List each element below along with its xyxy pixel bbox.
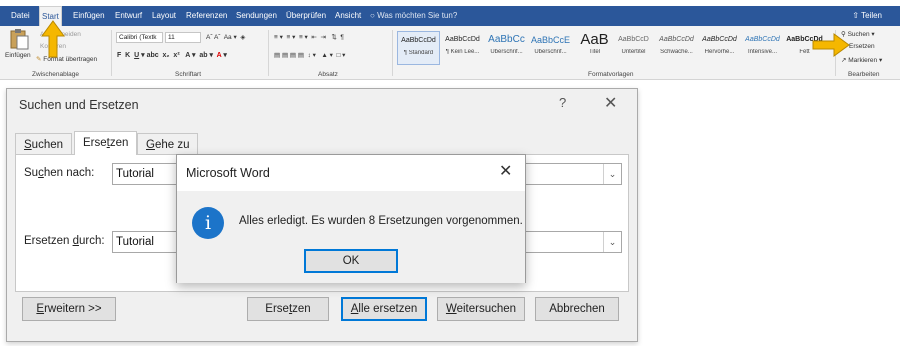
replace-button[interactable]: Ersetzen <box>849 43 875 50</box>
help-button[interactable]: ? <box>559 95 566 110</box>
style-ueberschrift-2[interactable]: AaBbCcE Überschrif... <box>529 31 572 65</box>
style-kein-leerraum[interactable]: AaBbCcDd ¶ Kein Lee... <box>441 31 484 65</box>
lightbulb-icon: ○ <box>370 11 375 20</box>
tab-ersetzen[interactable]: Ersetzen <box>74 131 138 155</box>
find-next-button[interactable]: Weitersuchen <box>437 297 525 321</box>
tab-ueberpruefen[interactable]: Überprüfen <box>284 6 328 26</box>
tab-referenzen[interactable]: Referenzen <box>184 6 229 26</box>
replace-with-label: Ersetzen durch: <box>24 235 105 247</box>
share-icon: ⇧ <box>852 11 860 20</box>
dialog-title: Suchen und Ersetzen <box>19 98 139 112</box>
tab-sendungen[interactable]: Sendungen <box>234 6 279 26</box>
styles-group-label: Formatvorlagen <box>588 71 634 78</box>
info-icon: i <box>192 207 224 239</box>
paste-icon <box>10 29 29 50</box>
style-hervorhebung[interactable]: AaBbCcDd Hervorhe... <box>698 31 741 65</box>
message-box-title: Microsoft Word <box>186 166 270 180</box>
replace-with-value: Tutorial <box>116 236 154 248</box>
group-separator <box>268 30 269 76</box>
message-text: Alles erledigt. Es wurden 8 Ersetzungen … <box>239 215 523 227</box>
close-icon[interactable]: ✕ <box>499 161 512 181</box>
find-what-label: Suchen nach: <box>24 167 95 179</box>
font-name-combo[interactable]: Calibri (Textk <box>116 32 163 43</box>
tell-me-box[interactable]: ○ Was möchten Sie tun? <box>370 6 457 26</box>
chevron-down-icon[interactable]: ⌄ <box>603 232 621 252</box>
style-standard[interactable]: AaBbCcDd ¶ Standard <box>397 31 440 65</box>
ok-button[interactable]: OK <box>304 249 398 273</box>
tab-gehe-zu[interactable]: Gehe zu <box>137 133 199 155</box>
message-box: Microsoft Word ✕ i Alles erledigt. Es wu… <box>176 154 526 283</box>
style-schwache-hervorhebung[interactable]: AaBbCcDd Schwache... <box>655 31 698 65</box>
cancel-button[interactable]: Abbrechen <box>535 297 619 321</box>
alignment-buttons[interactable]: ▤ ▤ ▤ ▤ ↕ ▾ ▲ ▾ □ ▾ <box>274 51 345 59</box>
message-box-body: i Alles erledigt. Es wurden 8 Ersetzunge… <box>177 191 525 283</box>
clipboard-group-label: Zwischenablage <box>32 71 79 78</box>
paste-button[interactable]: Einfügen <box>4 28 34 66</box>
select-icon: ↗ <box>841 57 847 64</box>
paragraph-group-label: Absatz <box>318 71 338 78</box>
arrow-annotation-icon <box>812 33 850 57</box>
share-button[interactable]: ⇧ Teilen <box>852 6 882 26</box>
replace-button[interactable]: Ersetzen <box>247 297 329 321</box>
font-grow-shrink[interactable]: Aˆ Aˇ Aa ▾ ◈ <box>206 33 245 41</box>
tab-datei[interactable]: Datei <box>9 6 32 26</box>
tab-entwurf[interactable]: Entwurf <box>113 6 144 26</box>
group-separator <box>111 30 112 76</box>
font-size-combo[interactable]: 11 <box>165 32 201 43</box>
style-untertitel[interactable]: AaBbCcD Untertitel <box>612 31 655 65</box>
dialog-close-button[interactable]: ✕ <box>604 93 617 113</box>
ribbon-tab-bar: Datei Start Einfügen Entwurf Layout Refe… <box>0 6 900 28</box>
replace-all-button[interactable]: Alle ersetzen <box>341 297 427 321</box>
word-ribbon: Datei Start Einfügen Entwurf Layout Refe… <box>0 0 900 86</box>
more-button[interactable]: Erweitern >> <box>22 297 116 321</box>
tab-ansicht[interactable]: Ansicht <box>333 6 363 26</box>
style-titel[interactable]: AaB Titel <box>573 31 616 65</box>
tab-einfuegen[interactable]: Einfügen <box>71 6 107 26</box>
editing-group-label: Bearbeiten <box>848 71 880 78</box>
select-button[interactable]: ↗ Markieren ▾ <box>841 56 882 64</box>
font-group-label: Schriftart <box>175 71 202 78</box>
tab-layout[interactable]: Layout <box>150 6 178 26</box>
paste-label: Einfügen <box>5 52 31 59</box>
find-what-value: Tutorial <box>116 168 154 180</box>
style-intensive-hervorhebung[interactable]: AaBbCcDd Intensive... <box>741 31 784 65</box>
tell-me-text: Was möchten Sie tun? <box>377 11 458 20</box>
list-buttons[interactable]: ≡ ▾ ≡ ▾ ≡ ▾ ⇤ ⇥ ⇅ ¶ <box>274 33 344 41</box>
chevron-down-icon[interactable]: ⌄ <box>603 164 621 184</box>
share-label: Teilen <box>861 11 882 20</box>
font-format-buttons[interactable]: F K U ▾ abc x₂ x² A ▾ ab ▾ A ▾ <box>117 51 227 59</box>
group-separator <box>392 30 393 76</box>
arrow-annotation-icon <box>41 20 65 58</box>
tab-suchen[interactable]: Suchen <box>15 133 73 155</box>
ribbon-body: Einfügen Ausschneiden Kopieren ✎ Format … <box>0 26 900 80</box>
style-ueberschrift-1[interactable]: AaBbCc Überschrif... <box>485 31 528 65</box>
